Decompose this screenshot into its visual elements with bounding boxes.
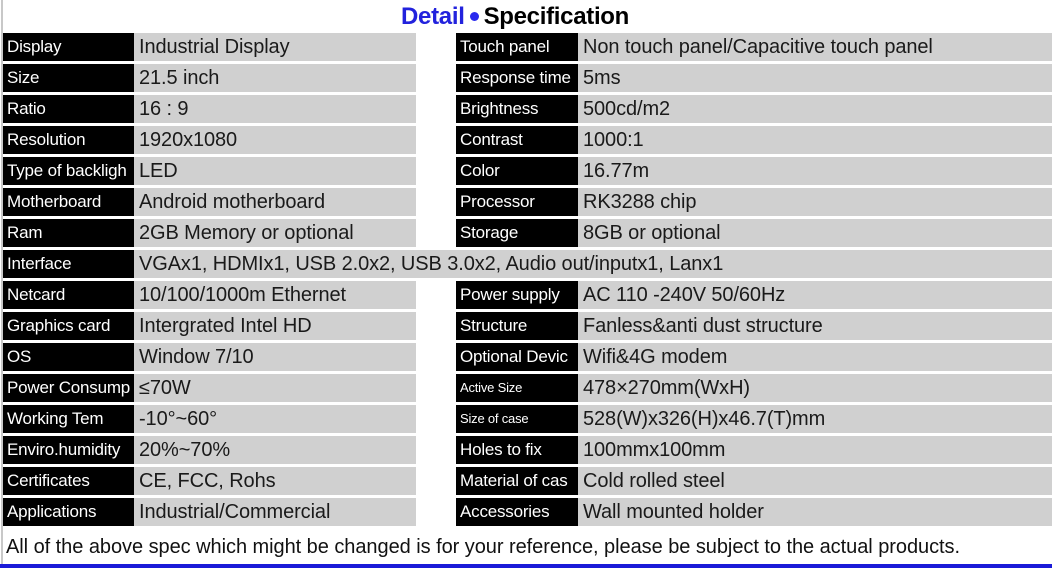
spec-value: 500cd/m2 [578, 95, 1052, 123]
spec-value: Industrial/Commercial [134, 498, 416, 526]
spec-value: LED [134, 157, 416, 185]
spec-value: 100mmx100mm [578, 436, 1052, 464]
title-detail: Detail [401, 3, 465, 30]
bottom-bar-gap [1052, 564, 1060, 568]
spec-value: 16.77m [578, 157, 1052, 185]
spec-value: 10/100/1000m Ethernet [134, 281, 416, 309]
spec-label: Motherboard [3, 188, 134, 216]
spec-label: Color [456, 157, 578, 185]
spec-label: Netcard [3, 281, 134, 309]
spec-value: 1000:1 [578, 126, 1052, 154]
spec-label: Graphics card [3, 312, 134, 340]
spec-label: Applications [3, 498, 134, 526]
spec-label: Holes to fix [456, 436, 578, 464]
spec-label: Interface [3, 250, 134, 278]
spec-value: 20%~70% [134, 436, 416, 464]
spec-value: -10°~60° [134, 405, 416, 433]
spec-label: Display [3, 33, 134, 61]
page-title: Detail Specification [401, 3, 629, 31]
spec-label: Resolution [3, 126, 134, 154]
spec-value: ≤70W [134, 374, 416, 402]
spec-label: Structure [456, 312, 578, 340]
bullet-icon [469, 12, 479, 21]
spec-label: Touch panel [456, 33, 578, 61]
spec-value: Wall mounted holder [578, 498, 1052, 526]
spec-label: Ratio [3, 95, 134, 123]
spec-label: Type of backligh [3, 157, 134, 185]
spec-label: Optional Devic [456, 343, 578, 371]
spec-label: Certificates [3, 467, 134, 495]
spec-value: Industrial Display [134, 33, 416, 61]
spec-value: Android motherboard [134, 188, 416, 216]
spec-value: 528(W)x326(H)x46.7(T)mm [578, 405, 1052, 433]
spec-value: 478×270mm(WxH) [578, 374, 1052, 402]
spec-label: Active Size [456, 374, 578, 402]
spec-value: Cold rolled steel [578, 467, 1052, 495]
spec-value: Wifi&4G modem [578, 343, 1052, 371]
spec-value: 8GB or optional [578, 219, 1052, 247]
title-specification: Specification [483, 3, 630, 30]
spec-value: RK3288 chip [578, 188, 1052, 216]
spec-value: VGAx1, HDMIx1, USB 2.0x2, USB 3.0x2, Aud… [134, 250, 1052, 278]
spec-value: 21.5 inch [134, 64, 416, 92]
spec-label: Material of cas [456, 467, 578, 495]
spec-value: 1920x1080 [134, 126, 416, 154]
spec-label: Power supply [456, 281, 578, 309]
spec-label: Brightness [456, 95, 578, 123]
bottom-accent-bar [0, 564, 1052, 568]
spec-label: Working Tem [3, 405, 134, 433]
spec-value: Fanless&anti dust structure [578, 312, 1052, 340]
spec-label: Size [3, 64, 134, 92]
spec-label: Power Consump [3, 374, 134, 402]
spec-label: Response time [456, 64, 578, 92]
spec-value: 2GB Memory or optional [134, 219, 416, 247]
spec-value: CE, FCC, Rohs [134, 467, 416, 495]
spec-label: OS [3, 343, 134, 371]
disclaimer-note: All of the above spec which might be cha… [6, 536, 961, 558]
spec-label: Ram [3, 219, 134, 247]
spec-label: Processor [456, 188, 578, 216]
spec-label: Size of case [456, 405, 578, 433]
spec-label: Accessories [456, 498, 578, 526]
spec-label: Storage [456, 219, 578, 247]
spec-label: Contrast [456, 126, 578, 154]
spec-value: Window 7/10 [134, 343, 416, 371]
spec-value: 5ms [578, 64, 1052, 92]
spec-value: AC 110 -240V 50/60Hz [578, 281, 1052, 309]
spec-value: Intergrated Intel HD [134, 312, 416, 340]
spec-value: 16 : 9 [134, 95, 416, 123]
spec-label: Enviro.humidity [3, 436, 134, 464]
spec-value: Non touch panel/Capacitive touch panel [578, 33, 1052, 61]
